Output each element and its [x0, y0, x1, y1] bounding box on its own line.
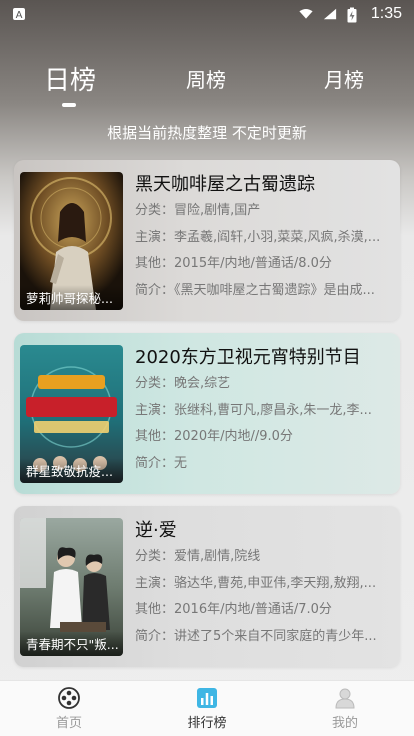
genre-value: 晚会,综艺 — [174, 376, 231, 391]
other-label: 其他： — [135, 602, 175, 617]
poster-caption: 青春期不只"叛... — [20, 631, 123, 656]
poster-image: 群星致敬抗疫... — [20, 345, 123, 483]
other-row: 其他：2016年/内地/普通话/7.0分 — [135, 597, 393, 624]
genre-row: 分类：冒险,剧情,国产 — [135, 198, 393, 225]
nav-profile[interactable]: 我的 — [276, 681, 414, 736]
card-title: 逆·爱 — [135, 520, 177, 541]
status-bar: A 1:35 — [0, 0, 414, 28]
nav-profile-label: 我的 — [331, 716, 358, 731]
other-value: 2016年/内地/普通话/7.0分 — [174, 602, 332, 617]
summary-label: 简介： — [135, 282, 175, 298]
summary-value: 《黑天咖啡屋之古蜀遗踪》是由成... — [174, 282, 375, 298]
bottom-navigation: 首页 排行榜 我的 — [0, 680, 414, 736]
tab-monthly[interactable]: 月榜 — [324, 64, 364, 93]
genre-value: 爱情,剧情,院线 — [174, 549, 261, 564]
other-label: 其他： — [135, 256, 175, 271]
card-info: 逆·爱 分类：爱情,剧情,院线 主演：骆达华,曹苑,申亚伟,李天翔,敖翔,...… — [135, 518, 393, 650]
poster-caption: 群星致敬抗疫... — [20, 458, 123, 483]
other-row: 其他：2020年/内地//9.0分 — [135, 424, 393, 451]
list-item[interactable]: 萝莉帅哥探秘... 黑天咖啡屋之古蜀遗踪 分类：冒险,剧情,国产 主演：李孟羲,… — [14, 160, 400, 321]
summary-value: 无 — [174, 455, 188, 471]
poster-image: 萝莉帅哥探秘... — [20, 172, 123, 310]
tab-daily[interactable]: 日榜 — [44, 60, 96, 97]
other-row: 其他：2015年/内地/普通话/8.0分 — [135, 251, 393, 278]
status-time: 1:35 — [370, 5, 402, 22]
genre-value: 冒险,剧情,国产 — [174, 203, 261, 218]
film-reel-icon — [57, 686, 81, 710]
genre-row: 分类：晚会,综艺 — [135, 371, 393, 398]
cast-row: 主演：骆达华,曹苑,申亚伟,李天翔,敖翔,... — [135, 571, 393, 598]
nav-home-label: 首页 — [55, 716, 82, 731]
card-title: 2020东方卫视元宵特别节目 — [135, 347, 361, 368]
genre-label: 分类： — [135, 376, 175, 391]
cast-value: 李孟羲,阎轩,小羽,菜菜,风疯,杀漠,... — [174, 229, 381, 245]
app-notification-icon: A — [12, 7, 26, 21]
battery-charging-icon — [347, 7, 361, 23]
summary-value: 讲述了5个来自不同家庭的青少年... — [174, 628, 377, 644]
summary-row: 简介：《黑天咖啡屋之古蜀遗踪》是由成... — [135, 278, 393, 305]
other-label: 其他： — [135, 429, 175, 444]
card-title: 黑天咖啡屋之古蜀遗踪 — [135, 174, 315, 195]
nav-home[interactable]: 首页 — [0, 681, 138, 736]
genre-label: 分类： — [135, 203, 175, 218]
nav-ranking[interactable]: 排行榜 — [138, 681, 276, 736]
chart-icon — [195, 686, 219, 710]
cast-label: 主演： — [135, 402, 175, 418]
cast-row: 主演：李孟羲,阎轩,小羽,菜菜,风疯,杀漠,... — [135, 225, 393, 252]
summary-label: 简介： — [135, 628, 175, 644]
tab-weekly[interactable]: 周榜 — [186, 64, 226, 93]
cast-value: 张继科,曹可凡,廖昌永,朱一龙,李... — [174, 402, 372, 418]
cellular-signal-icon — [323, 7, 337, 21]
ranking-subtitle: 根据当前热度整理 不定时更新 — [107, 124, 307, 142]
genre-label: 分类： — [135, 549, 175, 564]
list-item[interactable]: 群星致敬抗疫... 2020东方卫视元宵特别节目 分类：晚会,综艺 主演：张继科… — [14, 333, 400, 494]
card-info: 黑天咖啡屋之古蜀遗踪 分类：冒险,剧情,国产 主演：李孟羲,阎轩,小羽,菜菜,风… — [135, 172, 393, 304]
user-icon — [333, 686, 357, 710]
ranking-tabs: 日榜 周榜 月榜 — [0, 64, 414, 114]
summary-row: 简介：无 — [135, 451, 393, 478]
cast-label: 主演： — [135, 229, 175, 245]
tab-indicator — [62, 103, 76, 107]
other-value: 2015年/内地/普通话/8.0分 — [174, 256, 332, 271]
card-info: 2020东方卫视元宵特别节目 分类：晚会,综艺 主演：张继科,曹可凡,廖昌永,朱… — [135, 345, 393, 477]
cast-value: 骆达华,曹苑,申亚伟,李天翔,敖翔,... — [174, 575, 377, 591]
cast-row: 主演：张继科,曹可凡,廖昌永,朱一龙,李... — [135, 398, 393, 425]
other-value: 2020年/内地//9.0分 — [174, 429, 293, 444]
cast-label: 主演： — [135, 575, 175, 591]
genre-row: 分类：爱情,剧情,院线 — [135, 544, 393, 571]
svg-text:A: A — [16, 10, 23, 21]
poster-image: 青春期不只"叛... — [20, 518, 123, 656]
poster-caption: 萝莉帅哥探秘... — [20, 285, 123, 310]
list-item[interactable]: 青春期不只"叛... 逆·爱 分类：爱情,剧情,院线 主演：骆达华,曹苑,申亚伟… — [14, 506, 400, 667]
wifi-icon — [299, 7, 313, 21]
nav-ranking-label: 排行榜 — [187, 716, 227, 731]
summary-row: 简介：讲述了5个来自不同家庭的青少年... — [135, 624, 393, 651]
summary-label: 简介： — [135, 455, 175, 471]
